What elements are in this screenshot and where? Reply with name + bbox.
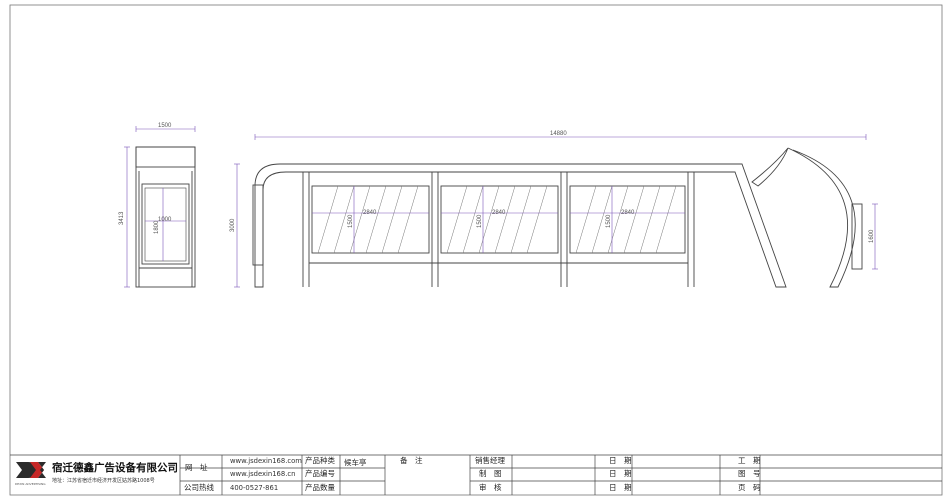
- date-label-2: 日 期: [609, 469, 632, 478]
- date-label-1: 日 期: [609, 456, 632, 465]
- company-name: 宿迁德鑫广告设备有限公司: [52, 461, 178, 474]
- side-width-label: 1500: [158, 123, 172, 129]
- hotline: 400-0527-861: [230, 484, 278, 492]
- technical-drawing: 1500 3413 1000 1800 14880 3000 2840 1500…: [9, 4, 943, 496]
- glass-hatching: [317, 185, 677, 254]
- side-panel-height-label: 1800: [154, 220, 160, 234]
- product-type-label: 产品种类: [305, 455, 335, 465]
- end-panel-height-label: 1600: [869, 229, 875, 243]
- panel-3-width-label: 2840: [621, 210, 635, 216]
- product-type-value: 候车亭: [344, 457, 367, 467]
- front-height-label: 3000: [230, 218, 236, 232]
- website-2: www.jsdexin168.cn: [230, 470, 295, 478]
- page-no-label: 页 码: [738, 483, 761, 492]
- panel-1-height-label: 1500: [348, 214, 354, 228]
- date-label-3: 日 期: [609, 483, 632, 492]
- remarks-label: 备 注: [400, 455, 423, 465]
- panel-2-height-label: 1500: [477, 214, 483, 228]
- drafting-label: 制 图: [479, 468, 502, 478]
- website-label: 网 址: [185, 462, 208, 472]
- review-label: 审 核: [479, 482, 502, 492]
- side-height-label: 3413: [119, 211, 125, 225]
- work-period-label: 工 期: [738, 456, 761, 465]
- company-address: 地址：江苏省宿迁市经济开发区姑苏路1008号: [52, 477, 155, 484]
- panel-2-width-label: 2840: [492, 210, 506, 216]
- hotline-label: 公司热线: [184, 482, 214, 492]
- company-logo: [16, 462, 46, 478]
- total-length-label: 14880: [550, 131, 567, 137]
- product-code-label: 产品编号: [305, 468, 335, 478]
- panel-3-height-label: 1500: [606, 214, 612, 228]
- side-panel-width-label: 1000: [158, 217, 172, 223]
- side-view-dimensions: [124, 126, 196, 288]
- drawing-frame: [9, 4, 943, 496]
- logo-subtitle: DEXIN ADVERTISING: [15, 482, 46, 486]
- sales-manager-label: 销售经理: [475, 455, 505, 465]
- drawing-no-label: 图 号: [738, 469, 761, 478]
- website-1: www.jsdexin168.com: [230, 457, 302, 465]
- panel-1-width-label: 2840: [363, 210, 377, 216]
- product-qty-label: 产品数量: [305, 482, 335, 492]
